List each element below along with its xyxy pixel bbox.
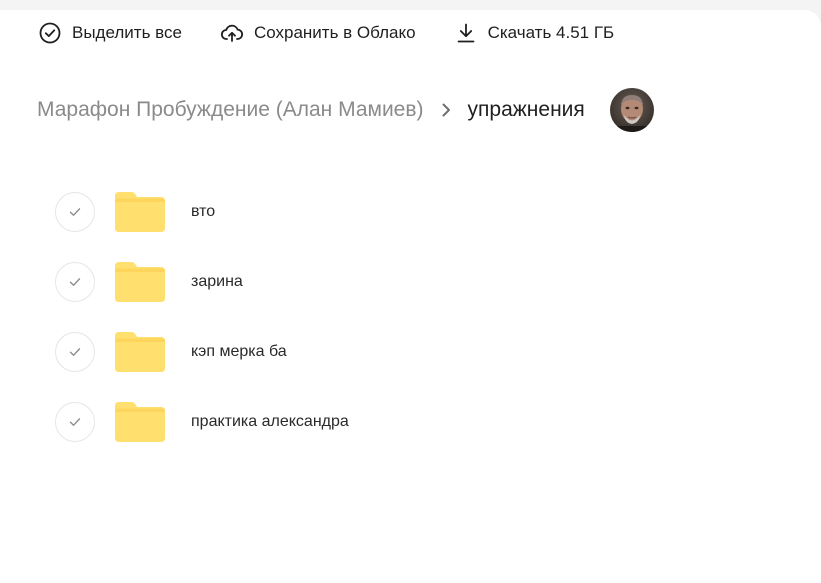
save-to-cloud-label: Сохранить в Облако xyxy=(253,23,416,42)
checkmark-icon xyxy=(69,418,81,426)
select-checkbox[interactable] xyxy=(55,402,95,442)
save-to-cloud-button[interactable]: Сохранить в Облако xyxy=(220,21,416,45)
cloud-upload-icon xyxy=(220,24,243,42)
list-item[interactable]: кэп мерка ба xyxy=(55,332,349,372)
chevron-right-icon xyxy=(440,102,452,118)
select-checkbox[interactable] xyxy=(55,262,95,302)
select-checkbox[interactable] xyxy=(55,332,95,372)
avatar[interactable] xyxy=(609,88,654,132)
check-circle-icon xyxy=(39,22,61,44)
list-item[interactable]: зарина xyxy=(55,262,349,302)
toolbar: Выделить все Сохранить в Облако Скачать … xyxy=(38,21,652,45)
folder-icon xyxy=(115,402,165,442)
folder-icon xyxy=(115,192,165,232)
download-icon xyxy=(457,23,474,43)
breadcrumb: Марафон Пробуждение (Алан Мамиев) упражн… xyxy=(37,88,654,132)
select-all-button[interactable]: Выделить все xyxy=(38,21,182,45)
list-item[interactable]: вто xyxy=(55,192,349,232)
download-label: Скачать 4.51 ГБ xyxy=(487,23,615,42)
checkmark-icon xyxy=(69,278,81,286)
select-all-label: Выделить все xyxy=(72,23,182,42)
folder-name: зарина xyxy=(191,273,243,290)
folder-name: практика александра xyxy=(191,413,349,430)
list-item[interactable]: практика александра xyxy=(55,402,349,442)
breadcrumb-current: упражнения xyxy=(467,98,585,121)
folder-name: кэп мерка ба xyxy=(191,343,287,360)
breadcrumb-parent-link[interactable]: Марафон Пробуждение (Алан Мамиев) xyxy=(37,98,424,122)
folder-list: вто зарина кэп мерка ба практика алексан… xyxy=(55,192,349,472)
folder-icon xyxy=(115,262,165,302)
select-checkbox[interactable] xyxy=(55,192,95,232)
folder-icon xyxy=(115,332,165,372)
download-button[interactable]: Скачать 4.51 ГБ xyxy=(454,21,615,45)
folder-name: вто xyxy=(191,203,216,220)
checkmark-icon xyxy=(69,208,81,216)
checkmark-icon xyxy=(69,348,81,356)
